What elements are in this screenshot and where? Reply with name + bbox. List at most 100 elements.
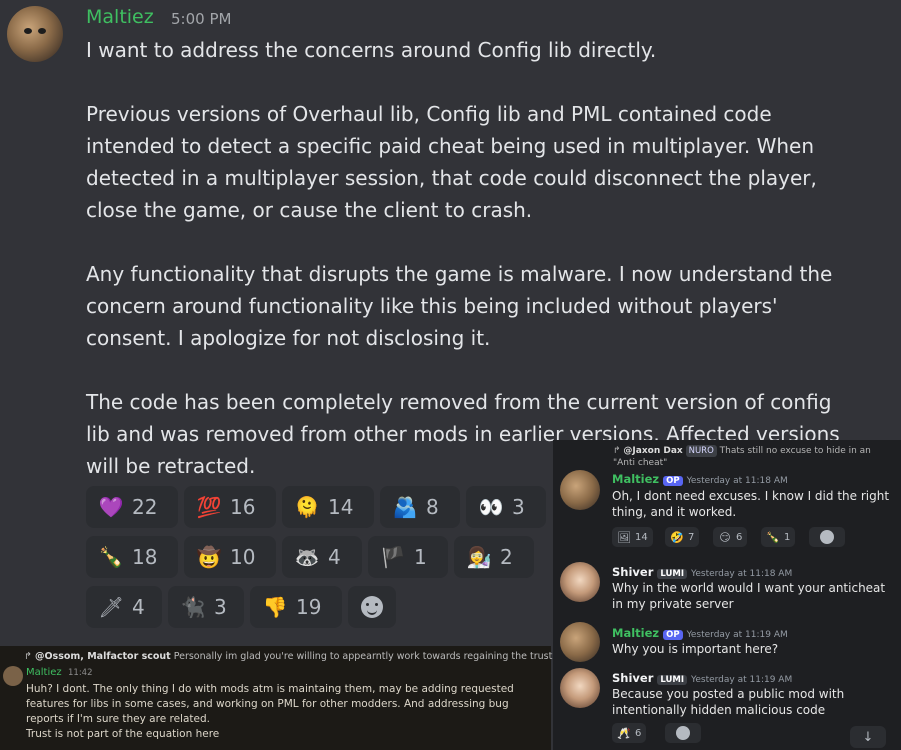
reaction-hundred[interactable]: 💯 16 xyxy=(184,486,276,528)
purple-heart-icon: 💜 xyxy=(98,495,124,519)
message-paragraph: Previous versions of Overhaul lib, Confi… xyxy=(86,102,817,222)
cheers-icon: 🥂 xyxy=(617,726,631,740)
message-timestamp: 11:42 xyxy=(68,668,93,678)
add-reaction-icon xyxy=(820,530,834,544)
cowboy-face-icon: 🤠 xyxy=(196,545,222,569)
message-paragraph: Any functionality that disrupts the game… xyxy=(86,262,833,350)
hundred-icon: 💯 xyxy=(196,495,222,519)
reaction-count: 7 xyxy=(688,531,695,543)
reaction-count: 14 xyxy=(635,531,648,543)
reply-text: Personally im glad you're willing to app… xyxy=(173,651,603,662)
reaction-cowboy[interactable]: 🤠 10 xyxy=(184,536,276,578)
reaction-pill[interactable]: 🤣 7 xyxy=(665,527,700,547)
author-avatar[interactable] xyxy=(560,470,600,510)
message-timestamp: Yesterday at 11:18 AM xyxy=(691,569,793,579)
thumbs-down-icon: 👎 xyxy=(262,595,288,619)
scientist-icon: 👩‍🔬 xyxy=(466,545,492,569)
custom-character-icon: 🗡 xyxy=(98,595,124,619)
author-name[interactable]: Maltiez xyxy=(26,667,62,678)
reaction-cat[interactable]: 🐈‍⬛ 3 xyxy=(168,586,244,628)
screenshot-overlay-right: ↱ @Jaxon Dax NURO Thats still no excuse … xyxy=(553,440,901,750)
screenshot-overlay-left: ↱ @Ossom, Malfactor scout Personally im … xyxy=(0,646,602,750)
reaction-count: 8 xyxy=(426,495,439,519)
reaction-custom[interactable]: 🦝 4 xyxy=(282,536,362,578)
message-timestamp: 5:00 PM xyxy=(171,10,232,28)
reaction-count: 1 xyxy=(414,545,427,569)
add-reaction-icon xyxy=(676,726,690,740)
add-reaction-button[interactable] xyxy=(665,723,701,743)
smirk-icon: 😏 xyxy=(719,530,731,544)
reaction-pill[interactable]: 😏 6 xyxy=(713,527,748,547)
smiling-face-icon: 🫠 xyxy=(294,495,320,519)
reaction-count: 2 xyxy=(500,545,513,569)
add-reaction-button[interactable] xyxy=(809,527,845,547)
custom-emoji-icon: 🖼 xyxy=(617,530,631,544)
message-text: Why you is important here? xyxy=(612,642,779,656)
author-avatar[interactable] xyxy=(3,666,23,686)
message-header: Shiver LUMI Yesterday at 11:18 AM xyxy=(612,565,792,579)
reaction-people[interactable]: 🫂 8 xyxy=(380,486,460,528)
message-header: Maltiez OP Yesterday at 11:18 AM xyxy=(612,472,788,486)
reaction-purple-heart[interactable]: 💜 22 xyxy=(86,486,178,528)
reaction-smiling-face[interactable]: 🫠 14 xyxy=(282,486,374,528)
reaction-count: 3 xyxy=(214,595,227,619)
jump-to-present-button[interactable]: ↓ xyxy=(850,726,886,748)
people-icon: 🫂 xyxy=(392,495,418,519)
author-name[interactable]: Maltiez xyxy=(612,472,659,486)
reaction-pill[interactable]: 🥂 6 xyxy=(612,723,647,743)
message-header: Maltiez OP Yesterday at 11:19 AM xyxy=(612,626,788,640)
message-text: Why in the world would I want your antic… xyxy=(612,581,886,611)
reaction-wales-flag[interactable]: 🏴 1 xyxy=(368,536,448,578)
guild-tag: NURO xyxy=(685,445,717,457)
message-line: Trust is not part of the equation here xyxy=(26,728,220,740)
reply-author: @Jaxon Dax xyxy=(623,446,683,456)
reaction-count: 6 xyxy=(736,531,743,543)
eyes-icon: 👀 xyxy=(478,495,504,519)
bottle-icon: 🍾 xyxy=(766,530,780,544)
message-timestamp: Yesterday at 11:19 AM xyxy=(686,630,788,640)
reply-preview[interactable]: ↱ @Ossom, Malfactor scout Personally im … xyxy=(24,651,602,662)
reply-preview[interactable]: ↱ @Jaxon Dax NURO Thats still no excuse … xyxy=(613,445,893,469)
author-name[interactable]: Shiver xyxy=(612,565,653,579)
reaction-count: 22 xyxy=(132,495,158,519)
add-reaction-icon xyxy=(361,596,383,618)
reaction-eyes[interactable]: 👀 3 xyxy=(466,486,546,528)
message-line: Huh? I dont. The only thing I do with mo… xyxy=(26,683,514,725)
message-paragraph: I want to address the concerns around Co… xyxy=(86,38,657,62)
message-text: Oh, I dont need excuses. I know I did th… xyxy=(612,489,890,519)
message-header: Shiver LUMI Yesterday at 11:19 AM xyxy=(612,671,792,685)
message-text: Because you posted a public mod with int… xyxy=(612,687,845,717)
reaction-count: 4 xyxy=(328,545,341,569)
reaction-count: 18 xyxy=(132,545,158,569)
reaction-pill[interactable]: 🍾 1 xyxy=(761,527,796,547)
op-badge: OP xyxy=(663,630,683,640)
author-name[interactable]: Shiver xyxy=(612,671,653,685)
guild-tag: LUMI xyxy=(657,675,688,685)
add-reaction-button[interactable] xyxy=(348,586,396,628)
op-badge: OP xyxy=(663,476,683,486)
reaction-thumbs-down[interactable]: 👎 19 xyxy=(250,586,342,628)
reaction-pill[interactable]: 🖼 14 xyxy=(612,527,653,547)
laughing-icon: 🤣 xyxy=(670,530,684,544)
reaction-count: 4 xyxy=(132,595,145,619)
custom-emoji-icon: 🦝 xyxy=(294,545,320,569)
reaction-count: 10 xyxy=(230,545,256,569)
reply-author: @Ossom, Malfactor scout xyxy=(34,651,171,662)
author-avatar[interactable] xyxy=(560,562,600,602)
reaction-count: 14 xyxy=(328,495,354,519)
author-avatar[interactable] xyxy=(7,6,63,62)
reaction-count: 19 xyxy=(296,595,322,619)
reaction-count: 16 xyxy=(230,495,256,519)
author-avatar[interactable] xyxy=(560,622,600,662)
author-name[interactable]: Maltiez xyxy=(86,6,154,28)
reaction-scientist[interactable]: 👩‍🔬 2 xyxy=(454,536,534,578)
message-timestamp: Yesterday at 11:19 AM xyxy=(691,675,793,685)
message-timestamp: Yesterday at 11:18 AM xyxy=(686,476,788,486)
message-body: Huh? I dont. The only thing I do with mo… xyxy=(26,682,541,742)
author-avatar[interactable] xyxy=(560,668,600,708)
author-name[interactable]: Maltiez xyxy=(612,626,659,640)
reaction-custom-character[interactable]: 🗡 4 xyxy=(86,586,162,628)
bottle-icon: 🍾 xyxy=(98,545,124,569)
reaction-count: 6 xyxy=(635,727,642,739)
reaction-bottle[interactable]: 🍾 18 xyxy=(86,536,178,578)
